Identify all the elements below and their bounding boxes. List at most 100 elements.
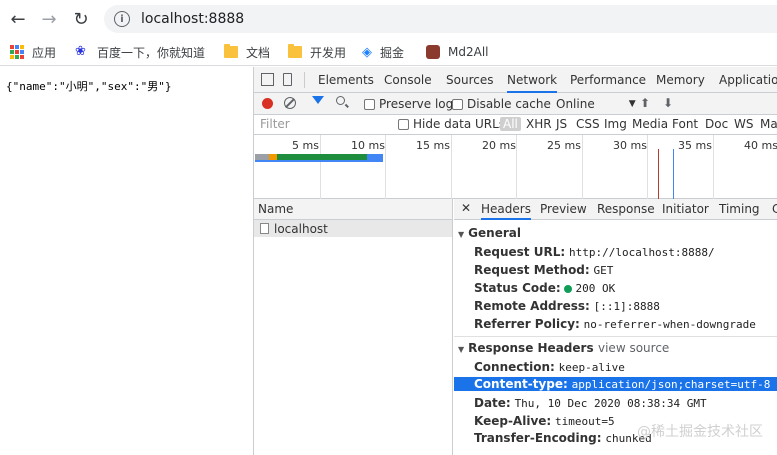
status-ok-icon xyxy=(564,284,573,293)
chevron-down-icon: ▼ xyxy=(628,99,636,109)
tab-sources[interactable]: Sources xyxy=(446,73,493,87)
back-arrow-icon[interactable]: ← xyxy=(5,6,31,32)
tab-network[interactable]: Network xyxy=(507,73,558,93)
close-icon[interactable]: ✕ xyxy=(461,201,471,215)
search-icon[interactable] xyxy=(336,96,345,105)
tab-application[interactable]: Application xyxy=(719,73,777,87)
filter-icon[interactable] xyxy=(312,96,324,104)
header-row: Referrer Policy: no-referrer-when-downgr… xyxy=(474,317,756,331)
tab-headers[interactable]: Headers xyxy=(481,202,531,220)
divider xyxy=(454,336,777,337)
folder-icon xyxy=(288,44,302,58)
caret-down-icon: ▼ xyxy=(458,230,465,239)
forward-arrow-icon[interactable]: → xyxy=(36,6,62,32)
bookmark-md2all[interactable]: Md2All xyxy=(426,43,488,61)
column-header-name[interactable]: Name xyxy=(254,199,452,220)
filter-type-doc[interactable]: Doc xyxy=(705,117,728,131)
clear-icon[interactable] xyxy=(284,97,296,109)
header-key: Connection: xyxy=(474,360,555,374)
device-toolbar-icon[interactable] xyxy=(283,73,292,86)
header-key: Status Code: xyxy=(474,281,561,295)
header-value: Thu, 10 Dec 2020 08:38:34 GMT xyxy=(514,397,707,410)
tab-elements[interactable]: Elements xyxy=(318,73,374,87)
export-har-icon[interactable]: ⬇ xyxy=(663,96,673,110)
request-row[interactable]: localhost xyxy=(254,220,452,237)
disable-cache-label: Disable cache xyxy=(467,97,551,111)
header-key: Request Method: xyxy=(474,263,590,277)
preserve-log-checkbox[interactable]: Preserve log xyxy=(364,97,453,111)
filter-bar: Filter Hide data URLs All XHR JS CSS Img… xyxy=(254,115,777,135)
tab-response[interactable]: Response xyxy=(597,202,655,216)
filter-type-ws[interactable]: WS xyxy=(734,117,753,131)
import-har-icon[interactable]: ⬆ xyxy=(640,96,650,110)
tab-preview[interactable]: Preview xyxy=(540,202,587,216)
record-icon[interactable] xyxy=(262,98,273,109)
header-value: no-referrer-when-downgrade xyxy=(583,318,756,331)
disable-cache-checkbox[interactable]: Disable cache xyxy=(452,97,551,111)
tab-memory[interactable]: Memory xyxy=(656,73,705,87)
header-row: Request URL: http://localhost:8888/ xyxy=(474,245,715,259)
header-key: Referrer Policy: xyxy=(474,317,580,331)
tab-timing[interactable]: Timing xyxy=(719,202,760,216)
info-icon[interactable]: i xyxy=(114,11,130,27)
filter-type-media[interactable]: Media xyxy=(632,117,668,131)
devtools-tab-bar: Elements Console Sources Network Perform… xyxy=(254,67,777,93)
tick-label: 25 ms xyxy=(547,139,581,152)
request-list: Name localhost xyxy=(254,199,453,455)
timing-bar-total xyxy=(255,160,383,162)
header-key: Keep-Alive: xyxy=(474,414,552,428)
general-section-header[interactable]: ▼ General xyxy=(458,226,521,240)
filter-type-all[interactable]: All xyxy=(500,117,521,131)
tab-cookies[interactable]: C xyxy=(772,202,777,216)
throttling-select[interactable]: Online ▼ xyxy=(556,97,636,111)
filter-input[interactable]: Filter xyxy=(256,116,386,133)
header-row: Request Method: GET xyxy=(474,263,613,277)
network-toolbar: Preserve log Disable cache Online ▼ ⬆ ⬇ xyxy=(254,93,777,115)
reload-icon[interactable]: ↻ xyxy=(68,6,94,32)
header-row-selected[interactable]: Content-type: application/json;charset=u… xyxy=(454,377,777,391)
view-source-link[interactable]: view source xyxy=(598,341,669,355)
header-row: Date: Thu, 10 Dec 2020 08:38:34 GMT xyxy=(474,396,707,410)
network-overview-timeline[interactable]: 5 ms 10 ms 15 ms 20 ms 25 ms 30 ms 35 ms… xyxy=(254,135,777,199)
bookmark-apps[interactable]: 应用 xyxy=(10,43,56,61)
address-bar[interactable]: i localhost:8888 xyxy=(104,5,777,33)
throttling-value: Online xyxy=(556,97,595,111)
header-key: Request URL: xyxy=(474,245,566,259)
hide-data-urls-checkbox[interactable]: Hide data URLs xyxy=(398,117,505,131)
checkbox-box[interactable] xyxy=(364,98,375,110)
bookmark-docs[interactable]: 文档 xyxy=(224,43,270,61)
bookmark-dev[interactable]: 开发用 xyxy=(288,43,346,61)
header-value: http://localhost:8888/ xyxy=(568,246,715,259)
section-title: Response Headers xyxy=(468,341,594,355)
header-row: Status Code: 200 OK xyxy=(474,281,615,295)
json-response-text: {"name":"小明","sex":"男"} xyxy=(6,80,172,93)
bookmark-juejin[interactable]: ◈ 掘金 xyxy=(362,43,404,61)
bookmark-label: 掘金 xyxy=(380,45,405,60)
tick-label: 10 ms xyxy=(351,139,385,152)
tick-label: 20 ms xyxy=(482,139,516,152)
tab-initiator[interactable]: Initiator xyxy=(662,202,709,216)
bookmark-label: 百度一下，你就知道 xyxy=(97,45,206,60)
filter-type-xhr[interactable]: XHR xyxy=(526,117,552,131)
tick-label: 5 ms xyxy=(292,139,319,152)
hide-data-urls-label: Hide data URLs xyxy=(413,117,506,131)
filter-type-js[interactable]: JS xyxy=(556,117,567,131)
header-row: Keep-Alive: timeout=5 xyxy=(474,414,615,428)
tab-performance[interactable]: Performance xyxy=(570,73,646,87)
checkbox-box[interactable] xyxy=(398,118,409,130)
filter-type-manifest[interactable]: Ma xyxy=(760,117,777,131)
tab-console[interactable]: Console xyxy=(384,73,432,87)
response-headers-section-header[interactable]: ▼ Response Headers view source xyxy=(458,341,777,355)
bookmark-baidu[interactable]: ❀ 百度一下，你就知道 xyxy=(75,43,205,61)
juejin-icon: ◈ xyxy=(362,44,372,60)
inspect-element-icon[interactable] xyxy=(261,73,274,86)
checkbox-box[interactable] xyxy=(452,98,463,110)
preserve-log-label: Preserve log xyxy=(379,97,454,111)
filter-type-img[interactable]: Img xyxy=(604,117,627,131)
dom-content-loaded-marker xyxy=(673,149,674,199)
filter-type-font[interactable]: Font xyxy=(672,117,698,131)
request-details: ✕ Headers Preview Response Initiator Tim… xyxy=(454,199,777,455)
header-row: Remote Address: [::1]:8888 xyxy=(474,299,660,313)
filter-type-css[interactable]: CSS xyxy=(576,117,600,131)
grid-line xyxy=(385,135,386,199)
